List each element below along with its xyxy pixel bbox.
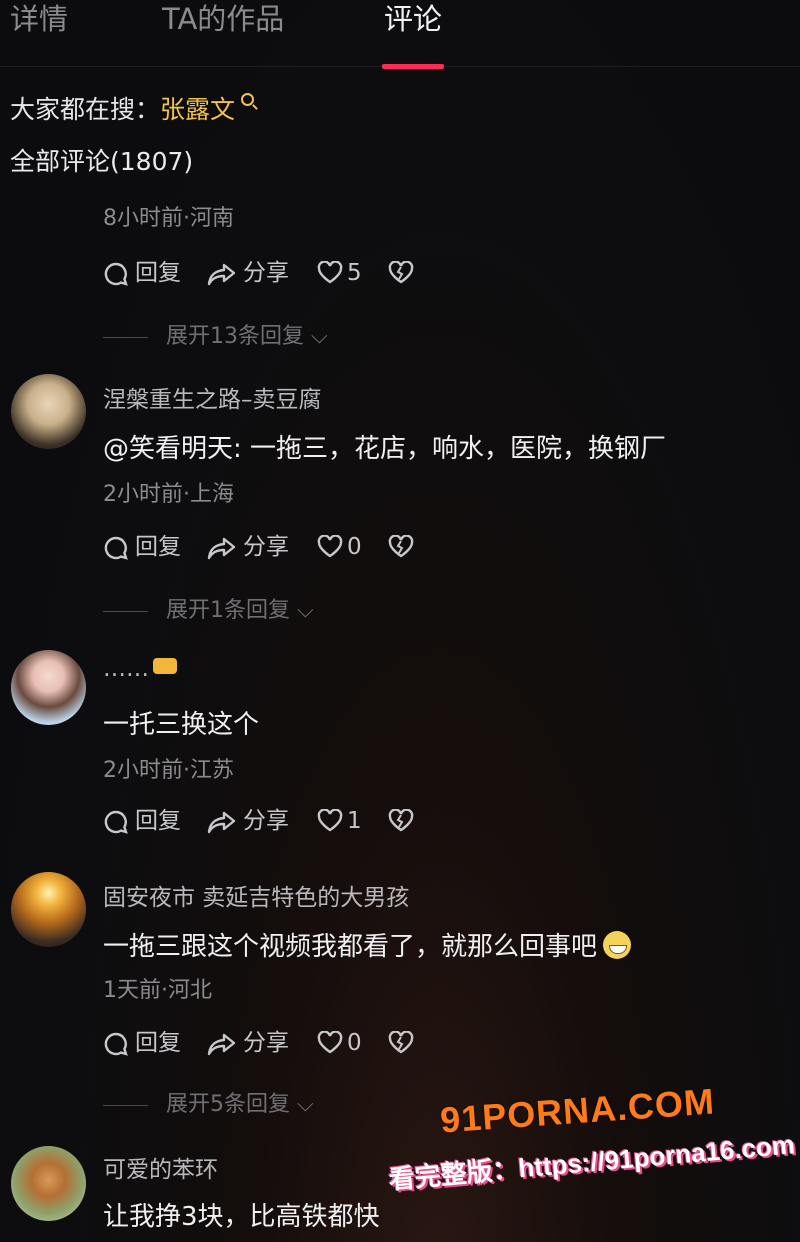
expand-replies[interactable]: 展开13条回复 ⌵ — [103, 318, 328, 350]
share-icon — [207, 811, 236, 834]
reply-label: 回复 — [135, 534, 181, 560]
reply-label: 回复 — [135, 808, 181, 834]
watermark-logo: 91PORNA.COM — [438, 1080, 717, 1141]
broken-heart-icon — [388, 261, 414, 284]
avatar[interactable] — [11, 1146, 86, 1221]
broken-heart-icon — [388, 1031, 414, 1054]
heart-icon — [317, 261, 343, 284]
share-label: 分享 — [243, 808, 289, 834]
divider-line — [103, 1104, 148, 1106]
username-text: …… — [103, 656, 149, 682]
comment-meta: 1天前·河北 — [103, 978, 212, 1003]
comment-username[interactable]: …… — [103, 656, 177, 682]
share-icon — [207, 263, 236, 286]
like-count: 0 — [347, 534, 362, 560]
reply-icon — [104, 262, 128, 286]
expand-label: 展开13条回复 — [166, 324, 304, 349]
grin-emoji-icon — [603, 931, 632, 959]
comment-text: @笑看明天: 一拖三，花店，响水，医院，换钢厂 — [103, 434, 667, 464]
like-count: 5 — [347, 260, 362, 286]
reply-label: 回复 — [135, 260, 181, 286]
comment-meta: 8小时前·河南 — [103, 206, 234, 231]
expand-label: 展开5条回复 — [166, 1092, 290, 1117]
hot-search-prefix: 大家都在搜： — [10, 95, 161, 124]
heart-icon — [317, 1031, 343, 1054]
chevron-down-icon: ⌵ — [304, 324, 328, 349]
comments-page: 详情 TA的作品 评论 大家都在搜：张露文 全部评论(1807) 8小时前·河南… — [0, 0, 800, 1242]
share-label: 分享 — [243, 1030, 289, 1056]
share-label: 分享 — [243, 260, 289, 286]
comment-count-title: 全部评论(1807) — [10, 147, 194, 176]
watermark: 91PORNA.COM 看完整版：https://91porna16.com — [388, 1080, 800, 1240]
broken-heart-icon — [388, 535, 414, 558]
avatar[interactable] — [11, 872, 86, 947]
reply-label: 回复 — [135, 1030, 181, 1056]
reply-icon — [104, 810, 128, 834]
divider-line — [103, 610, 148, 612]
reply-icon — [104, 536, 128, 560]
reply-icon — [104, 1032, 128, 1056]
expand-replies[interactable]: 展开5条回复 ⌵ — [103, 1086, 314, 1118]
hot-search-keyword[interactable]: 张露文 — [160, 95, 235, 124]
comment-username[interactable]: 涅槃重生之路–卖豆腐 — [103, 380, 322, 414]
avatar[interactable] — [11, 650, 86, 725]
fist-emoji-icon — [153, 658, 177, 674]
comment-text: 让我挣3块，比高铁都快 — [103, 1202, 380, 1232]
comment-meta: 2小时前·上海 — [103, 482, 234, 507]
search-icon[interactable] — [241, 93, 255, 106]
comment-text: 一拖三跟这个视频我都看了，就那么回事吧 — [103, 926, 632, 963]
share-icon — [207, 537, 236, 560]
heart-icon — [317, 535, 343, 558]
heart-icon — [317, 809, 343, 832]
chevron-down-icon: ⌵ — [290, 598, 314, 623]
broken-heart-icon — [388, 809, 414, 832]
like-count: 1 — [347, 808, 362, 834]
share-icon — [207, 1033, 236, 1056]
expand-label: 展开1条回复 — [166, 598, 290, 623]
expand-replies[interactable]: 展开1条回复 ⌵ — [103, 592, 314, 624]
like-count: 0 — [347, 1030, 362, 1056]
active-tab-indicator — [382, 64, 444, 69]
tab-details[interactable]: 详情 — [10, 0, 68, 38]
comment-meta: 2小时前·江苏 — [103, 758, 234, 783]
tab-bar: 详情 TA的作品 评论 — [0, 0, 800, 69]
hot-search-bar: 大家都在搜：张露文 — [10, 90, 255, 126]
chevron-down-icon: ⌵ — [290, 1092, 314, 1117]
tab-works[interactable]: TA的作品 — [162, 0, 284, 38]
comment-username[interactable]: 可爱的苯环 — [103, 1150, 218, 1184]
comment-text-content: 一拖三跟这个视频我都看了，就那么回事吧 — [103, 932, 598, 962]
comment-username[interactable]: 固安夜市 卖延吉特色的大男孩 — [103, 878, 409, 912]
avatar[interactable] — [11, 374, 86, 449]
share-label: 分享 — [243, 534, 289, 560]
comment-text: 一托三换这个 — [103, 710, 260, 740]
divider-line — [103, 336, 148, 338]
tab-comments[interactable]: 评论 — [384, 0, 442, 38]
